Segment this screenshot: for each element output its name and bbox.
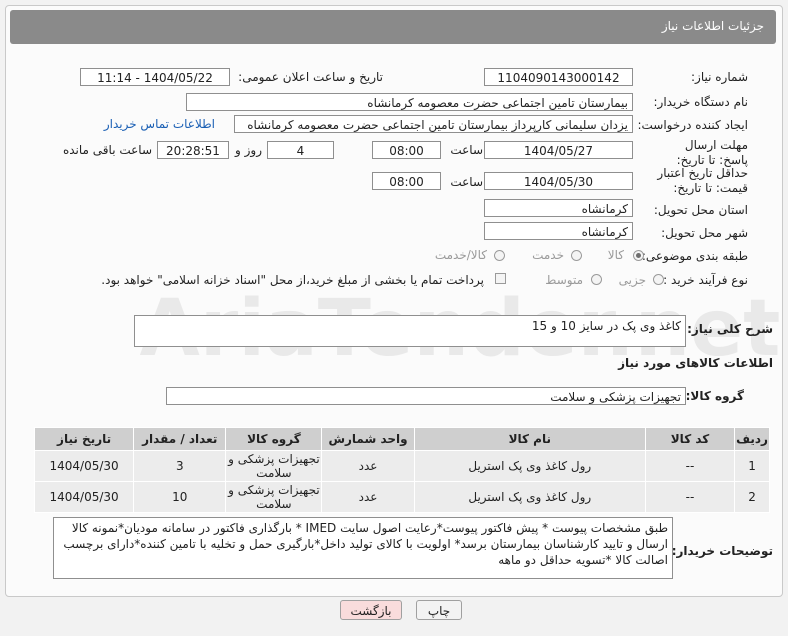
- goods-group-field: تجهیزات پزشکی و سلامت: [166, 387, 686, 405]
- need-number-label: شماره نیاز:: [691, 70, 748, 84]
- buyer-notes-label: توضیحات خریدار:: [671, 544, 773, 558]
- goods-table: ردیف کد کالا نام کالا واحد شمارش گروه کا…: [33, 427, 770, 513]
- category-radio-service[interactable]: [571, 250, 582, 261]
- price-validity-date-field: 1404/05/30: [484, 172, 633, 190]
- buyer-org-label: نام دستگاه خریدار:: [653, 95, 749, 109]
- days-remaining-field: 4: [267, 141, 334, 159]
- deadline-date-field: 1404/05/27: [484, 141, 633, 159]
- cell-row-number: 1: [734, 450, 770, 482]
- col-unit: واحد شمارش: [321, 427, 415, 451]
- cell-unit: عدد: [321, 481, 415, 513]
- cell-item-code: --: [644, 450, 736, 482]
- remaining-time-field: 20:28:51: [157, 141, 229, 159]
- cell-row-number: 2: [734, 481, 770, 513]
- city-field: کرمانشاه: [484, 222, 633, 240]
- panel-title: جزئیات اطلاعات نیاز: [661, 19, 764, 33]
- buyer-contact-link[interactable]: اطلاعات تماس خریدار: [104, 117, 215, 131]
- announce-label: تاریخ و ساعت اعلان عمومی:: [238, 70, 383, 84]
- cell-unit: عدد: [321, 450, 415, 482]
- category-option-goods: کالا: [607, 248, 624, 262]
- col-item-name: نام کالا: [413, 427, 646, 451]
- goods-table-header: ردیف کد کالا نام کالا واحد شمارش گروه کا…: [33, 427, 770, 451]
- category-option-service: خدمت: [532, 248, 564, 262]
- table-row: 2 -- رول کاغذ وی پک استریل عدد تجهیزات پ…: [33, 481, 770, 513]
- treasury-payment-checkbox[interactable]: [495, 273, 506, 284]
- print-button[interactable]: چاپ: [416, 600, 462, 620]
- process-radio-minor[interactable]: [653, 274, 664, 285]
- cell-item-group: تجهیزات پزشکی و سلامت: [225, 481, 323, 513]
- process-option-medium: متوسط: [545, 273, 583, 287]
- col-quantity: تعداد / مقدار: [133, 427, 227, 451]
- deadline-time-field: 08:00: [372, 141, 441, 159]
- buyer-org-field: بیمارستان تامین اجتماعی حضرت معصومه کرما…: [186, 93, 633, 111]
- cell-quantity: 10: [133, 481, 227, 513]
- category-option-goods-service: کالا/خدمت: [434, 248, 487, 262]
- col-item-code: کد کالا: [644, 427, 736, 451]
- category-label: طبقه بندی موضوعی:: [641, 249, 748, 263]
- price-validity-time-field: 08:00: [372, 172, 441, 190]
- deadline-time-label: ساعت: [450, 143, 483, 157]
- deadline-label: مهلت ارسال پاسخ: تا تاریخ:: [676, 138, 748, 167]
- col-need-date: تاریخ نیاز: [33, 427, 135, 451]
- creator-field: یزدان سلیمانی کارپرداز بیمارستان تامین ا…: [234, 115, 633, 133]
- price-validity-time-label: ساعت: [450, 175, 483, 189]
- back-button[interactable]: بازگشت: [340, 600, 402, 620]
- province-label: استان محل تحویل:: [653, 203, 748, 217]
- price-validity-label: حداقل تاریخ اعتبار قیمت: تا تاریخ:: [657, 166, 748, 195]
- days-label: روز و: [235, 143, 262, 157]
- cell-item-name: رول کاغذ وی پک استریل: [413, 481, 646, 513]
- cell-need-date: 1404/05/30: [33, 481, 135, 513]
- city-label: شهر محل تحویل:: [661, 226, 748, 240]
- table-row: 1 -- رول کاغذ وی پک استریل عدد تجهیزات پ…: [33, 450, 770, 482]
- process-radio-medium[interactable]: [591, 274, 602, 285]
- province-field: کرمانشاه: [484, 199, 633, 217]
- buyer-notes-textarea[interactable]: طبق مشخصات پیوست * پیش فاکتور پیوست*رعای…: [53, 517, 673, 579]
- remaining-time-label: ساعت باقی مانده: [62, 143, 152, 157]
- treasury-payment-note: پرداخت تمام یا بخشی از مبلغ خرید،از محل …: [101, 273, 484, 287]
- description-textarea[interactable]: کاغذ وی پک در سایز 10 و 15: [134, 315, 686, 347]
- process-label: نوع فرآیند خرید :: [663, 273, 748, 287]
- creator-label: ایجاد کننده درخواست:: [637, 118, 748, 132]
- col-row-number: ردیف: [734, 427, 770, 451]
- announce-datetime-field: 1404/05/22 - 11:14: [80, 68, 230, 86]
- cell-need-date: 1404/05/30: [33, 450, 135, 482]
- cell-item-group: تجهیزات پزشکی و سلامت: [225, 450, 323, 482]
- cell-quantity: 3: [133, 450, 227, 482]
- process-option-minor: جزیی: [618, 273, 646, 287]
- need-number-field: 1104090143000142: [484, 68, 633, 86]
- cell-item-code: --: [644, 481, 736, 513]
- col-item-group: گروه کالا: [225, 427, 323, 451]
- panel-header: جزئیات اطلاعات نیاز: [10, 10, 776, 44]
- goods-group-label: گروه کالا:: [685, 389, 744, 403]
- goods-section-title: اطلاعات کالاهای مورد نیاز: [618, 356, 773, 370]
- category-radio-goods-service[interactable]: [494, 250, 505, 261]
- cell-item-name: رول کاغذ وی پک استریل: [413, 450, 646, 482]
- description-label: شرح کلی نیاز:: [687, 322, 773, 336]
- category-radio-goods[interactable]: [633, 250, 644, 261]
